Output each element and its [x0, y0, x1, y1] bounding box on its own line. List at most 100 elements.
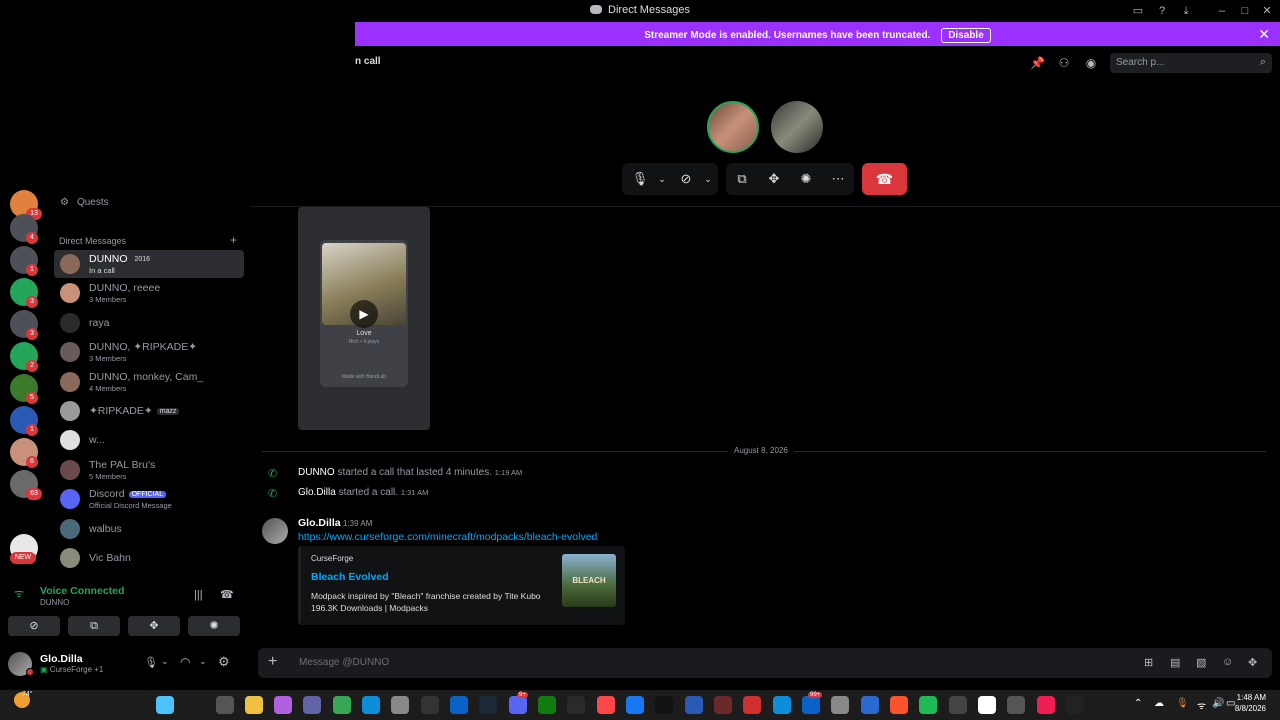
tiktok-alt-icon[interactable]: [1037, 696, 1055, 714]
chevron-up-icon[interactable]: ⌃: [1134, 698, 1142, 709]
activities-icon[interactable]: ✥: [760, 163, 788, 195]
soundboard-button[interactable]: ✺: [188, 616, 240, 636]
tiktok-icon[interactable]: [655, 696, 673, 714]
activity-button[interactable]: ✥: [128, 616, 180, 636]
voice-status[interactable]: Voice Connected: [40, 585, 124, 597]
message-composer[interactable]: + Message @DUNNO ⊞ ▤ ▧ ☺ ✥: [258, 648, 1272, 678]
chevron-down-icon[interactable]: ⌄: [694, 163, 722, 195]
more-options-icon[interactable]: ⋯: [824, 163, 852, 195]
roblox-icon[interactable]: [743, 696, 761, 714]
wifi-icon[interactable]: ᯤ: [1197, 698, 1206, 712]
close-window-button[interactable]: ✕: [1259, 3, 1275, 19]
close-banner-icon[interactable]: ✕: [1258, 26, 1270, 43]
disconnect-call-button[interactable]: ☎: [862, 163, 907, 195]
task-view-icon[interactable]: [216, 696, 234, 714]
dm-item[interactable]: w...: [54, 426, 244, 454]
noise-suppression-icon[interactable]: |||: [194, 589, 203, 601]
message-link[interactable]: https://www.curseforge.com/minecraft/mod…: [298, 531, 597, 543]
screen-share-icon[interactable]: ⧉: [728, 163, 756, 195]
capcut-alt-icon[interactable]: [1066, 696, 1084, 714]
brave-icon[interactable]: [890, 696, 908, 714]
school-icon[interactable]: [685, 696, 703, 714]
minimize-button[interactable]: –: [1214, 3, 1230, 19]
copilot-icon[interactable]: [274, 696, 292, 714]
settings-icon[interactable]: [831, 696, 849, 714]
steam-icon[interactable]: [479, 696, 497, 714]
volume-icon[interactable]: 🔊: [1212, 698, 1224, 709]
edge-dev-icon[interactable]: [773, 696, 791, 714]
system-message-author[interactable]: DUNNO: [298, 467, 335, 478]
create-dm-button[interactable]: +: [230, 233, 237, 247]
store-icon[interactable]: [391, 696, 409, 714]
add-friends-icon[interactable]: ⚇: [1057, 56, 1071, 70]
spotify-icon[interactable]: [919, 696, 937, 714]
microphone-in-use-icon[interactable]: 🎙: [1176, 698, 1189, 709]
play-icon[interactable]: ▶: [350, 300, 378, 328]
call-participant-avatar[interactable]: [771, 101, 823, 153]
dm-item[interactable]: The PAL Bru's 5 Members: [54, 456, 244, 484]
dm-item[interactable]: Discord OFFICIAL Official Discord Message: [54, 485, 244, 513]
cloud-icon[interactable]: ☁: [1154, 698, 1164, 709]
start-icon[interactable]: [156, 696, 174, 714]
username[interactable]: Glo.Dilla: [40, 653, 83, 665]
settings-gear-icon[interactable]: ⚙: [218, 654, 230, 670]
maximize-button[interactable]: □: [1237, 3, 1253, 19]
dm-item[interactable]: DUNNO, reeee 3 Members: [54, 279, 244, 307]
epic-games-icon[interactable]: [567, 696, 585, 714]
pin-icon[interactable]: 📌: [1030, 56, 1045, 70]
chevron-down-icon[interactable]: ⌄: [199, 656, 207, 667]
news-icon[interactable]: [861, 696, 879, 714]
dm-item[interactable]: raya: [54, 309, 244, 337]
chevron-down-icon[interactable]: ⌄: [161, 656, 169, 667]
facebook-icon[interactable]: [626, 696, 644, 714]
screen-share-button[interactable]: ⧉: [68, 616, 120, 636]
embed-thumbnail[interactable]: BLEACH: [562, 554, 616, 607]
epic-icon[interactable]: [421, 696, 439, 714]
emoji-icon[interactable]: ☺: [1222, 656, 1233, 668]
mail-icon[interactable]: [802, 696, 820, 714]
file-explorer-icon[interactable]: [245, 696, 263, 714]
disable-streamer-button[interactable]: Disable: [941, 28, 991, 43]
chrome-icon[interactable]: [333, 696, 351, 714]
search-input[interactable]: Search p... ⌕: [1110, 53, 1272, 73]
clock-time[interactable]: 1:48 AM: [1236, 693, 1266, 702]
obs-icon[interactable]: [949, 696, 967, 714]
system-message-author[interactable]: Glo.Dilla: [298, 487, 336, 498]
video-attachment[interactable]: ▶ Love Rich • 4 plays Made with BandLab: [298, 207, 430, 430]
inbox-icon[interactable]: ▭: [1130, 3, 1146, 19]
gif-icon[interactable]: ▤: [1170, 656, 1180, 669]
message-avatar[interactable]: [262, 518, 288, 544]
sticker-icon[interactable]: ▧: [1196, 656, 1206, 669]
download-icon[interactable]: ⤓: [1178, 3, 1194, 19]
dm-item[interactable]: Vic Bahn: [54, 544, 244, 572]
discord-icon[interactable]: [509, 696, 527, 714]
dm-item[interactable]: DUNNO, ✦RIPKADE✦ 3 Members: [54, 338, 244, 366]
disconnect-icon[interactable]: ☎: [220, 588, 234, 601]
xbox-icon[interactable]: [538, 696, 556, 714]
dm-item[interactable]: walbus: [54, 515, 244, 543]
dm-item[interactable]: DUNNO, monkey, Cam_ 4 Members: [54, 368, 244, 396]
help-icon[interactable]: ?: [1154, 3, 1170, 19]
soundboard-icon[interactable]: ✺: [792, 163, 820, 195]
search-icon[interactable]: [186, 696, 204, 714]
apps-icon[interactable]: ✥: [1248, 656, 1257, 669]
message-input[interactable]: Message @DUNNO: [299, 657, 389, 668]
capcut-icon[interactable]: [978, 696, 996, 714]
headphones-icon[interactable]: ◠: [180, 655, 190, 669]
dm-item[interactable]: DUNNO 2016 In a call: [54, 250, 244, 278]
dm-item[interactable]: ✦RIPKADE✦ mazz: [54, 397, 244, 425]
message-author[interactable]: Glo.Dilla: [298, 517, 341, 529]
user-profile-icon[interactable]: ◉: [1084, 56, 1098, 70]
clock-date[interactable]: 8/8/2026: [1226, 704, 1266, 713]
outlook-icon[interactable]: [450, 696, 468, 714]
quests-item[interactable]: ⚙ Quests: [60, 197, 109, 208]
gift-icon[interactable]: ⊞: [1144, 656, 1153, 669]
media-player-icon[interactable]: [1007, 696, 1025, 714]
camera-toggle-button[interactable]: ⊘: [8, 616, 60, 636]
server-icon[interactable]: [10, 502, 38, 530]
teams-icon[interactable]: [303, 696, 321, 714]
ea-icon[interactable]: [597, 696, 615, 714]
mute-microphone-icon[interactable]: 🎙: [144, 656, 158, 669]
game-icon[interactable]: [714, 696, 732, 714]
call-participant-avatar[interactable]: [707, 101, 759, 153]
